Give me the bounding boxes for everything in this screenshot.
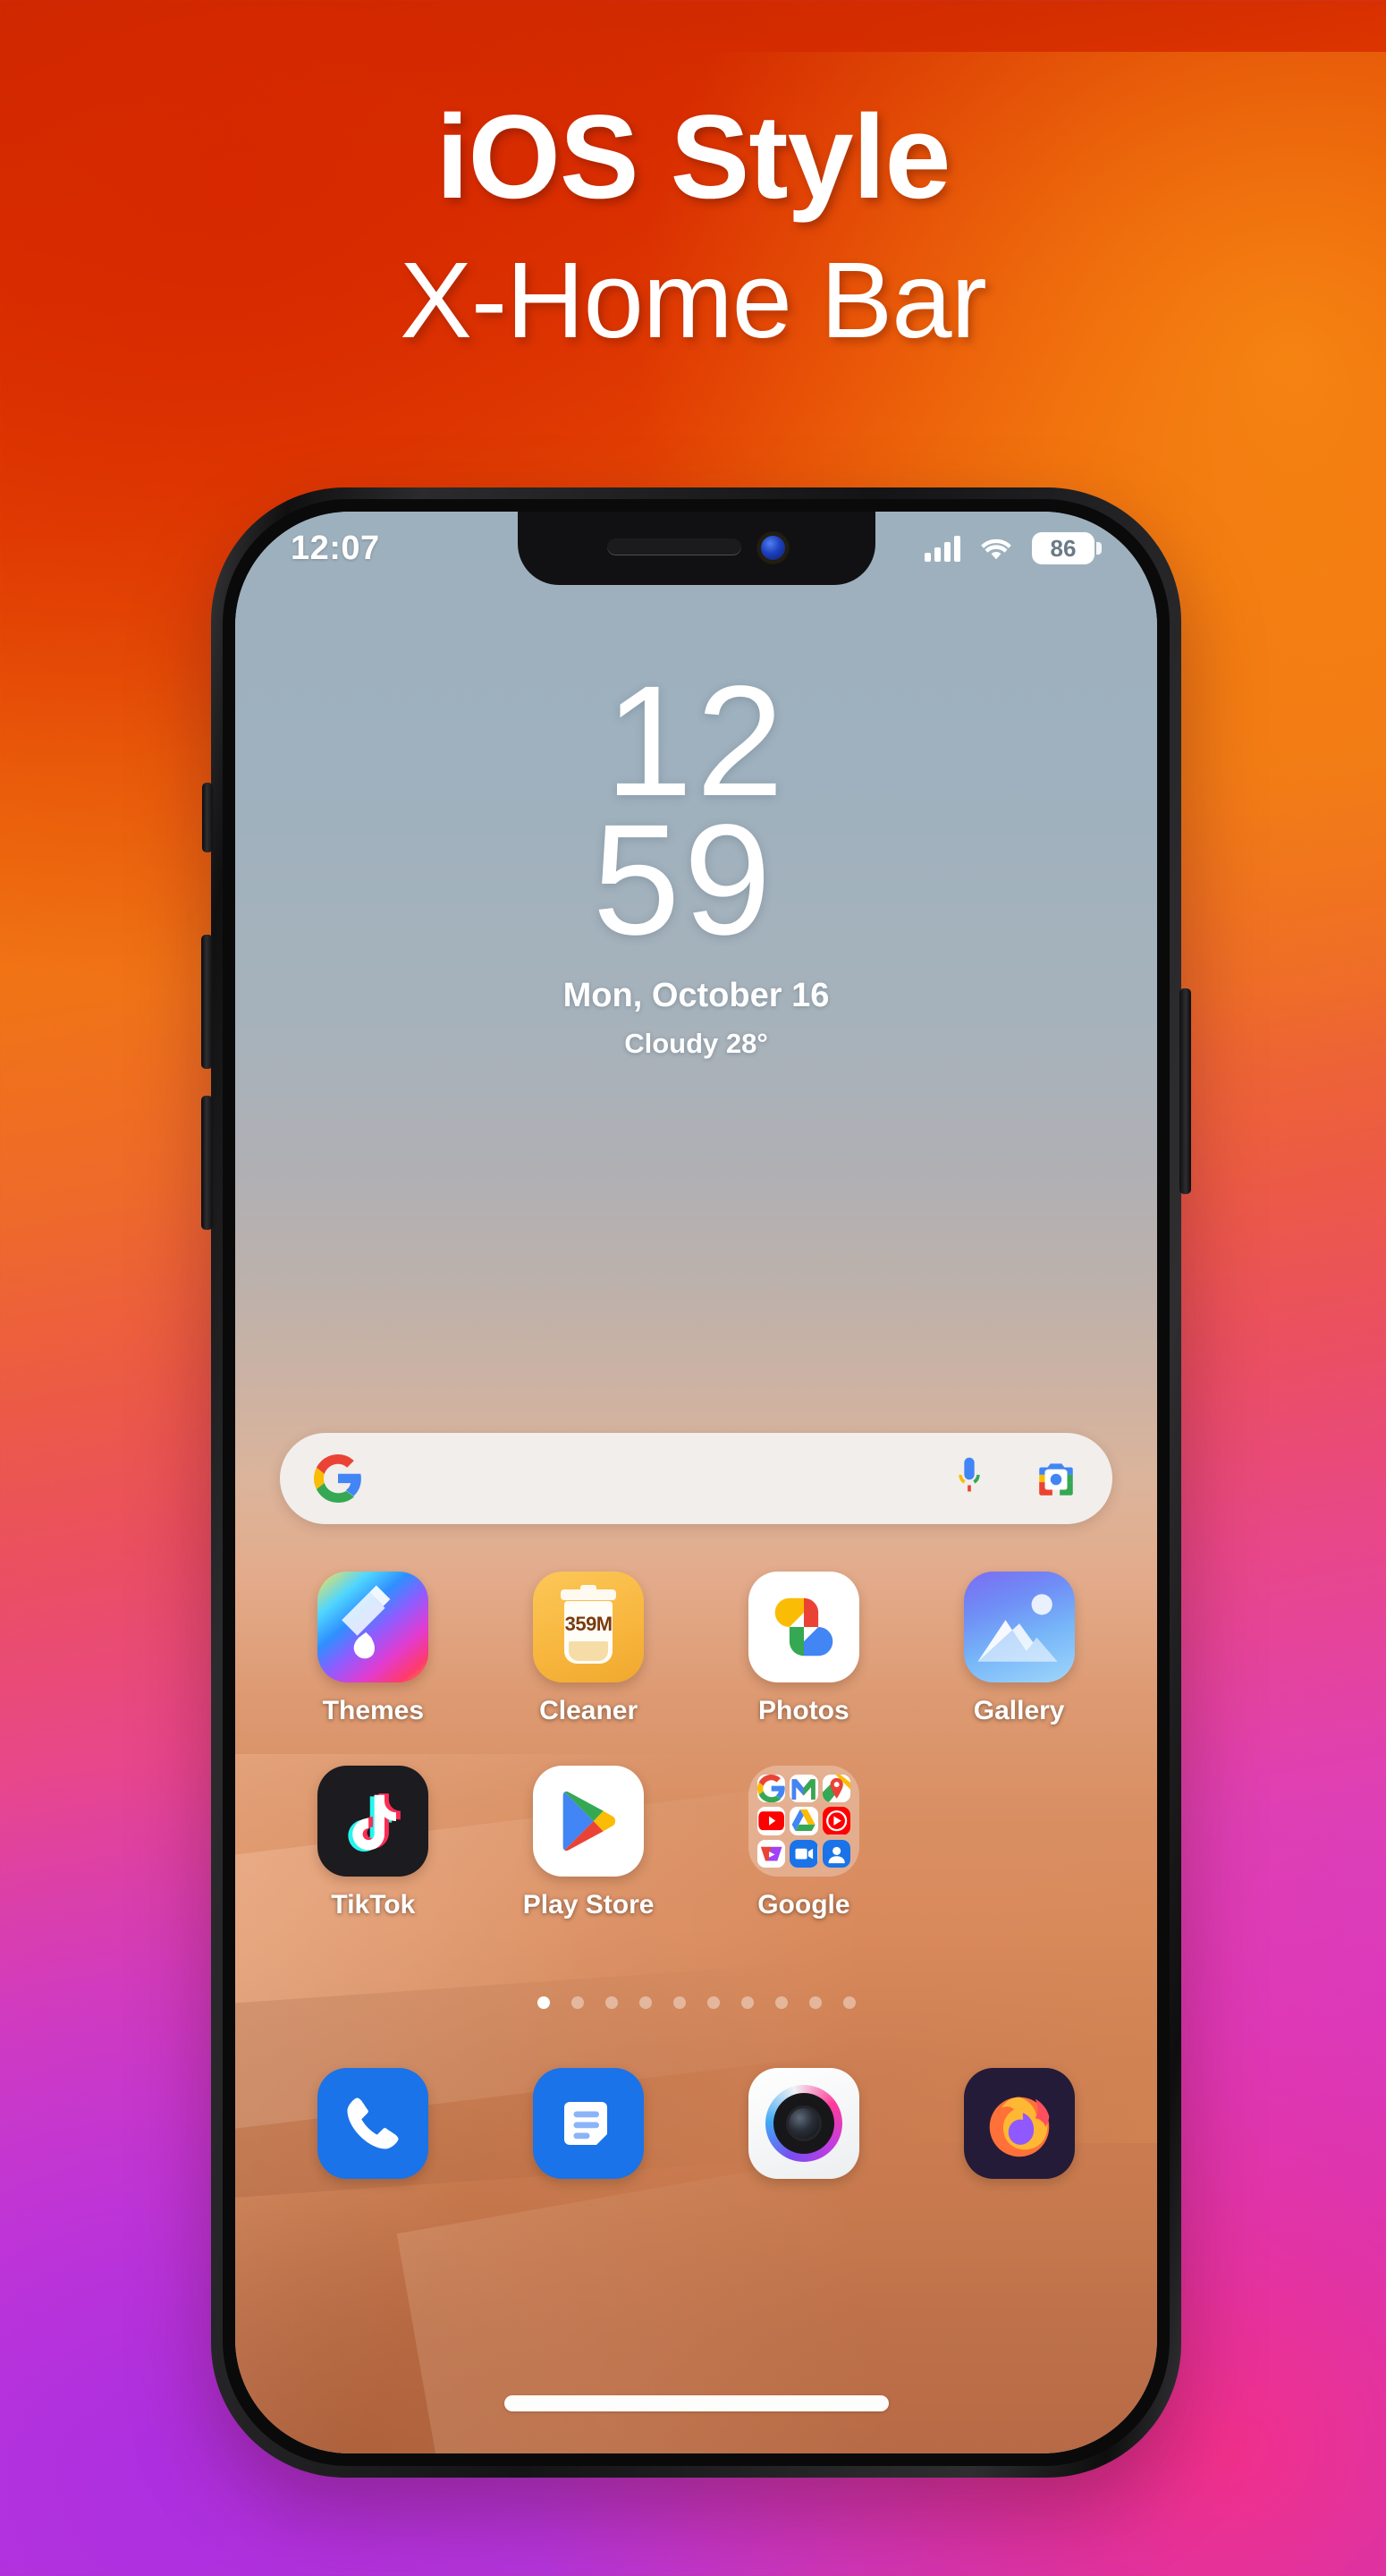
dock-app-phone[interactable] (266, 2068, 481, 2179)
tiktok-icon (317, 1766, 429, 1877)
dock-app-camera[interactable] (697, 2068, 912, 2179)
clock-widget[interactable]: 12 59 Mon, October 16 Cloudy 28° (235, 654, 1157, 1060)
app-themes[interactable]: Themes (266, 1572, 481, 1726)
app-row-2: TikTok Play Store Google (235, 1766, 1157, 1920)
themes-icon (317, 1572, 429, 1682)
google-maps-icon (822, 1775, 850, 1803)
page-dot[interactable] (740, 1996, 754, 2009)
page-dot[interactable] (706, 1996, 720, 2009)
dock-app-firefox[interactable] (911, 2068, 1127, 2179)
x-home-bar-indicator[interactable] (503, 2395, 889, 2411)
gmail-icon (790, 1775, 818, 1803)
speaker-grille-icon (607, 538, 741, 555)
page-dot[interactable] (774, 1996, 788, 2009)
cleaner-badge-text: 359M (564, 1613, 613, 1635)
gallery-icon (963, 1572, 1075, 1682)
clock-weather: Cloudy 28° (624, 1027, 768, 1059)
phone-dialer-icon (317, 2068, 429, 2179)
app-photos[interactable]: Photos (697, 1572, 912, 1726)
page-dot[interactable] (570, 1996, 584, 2009)
page-dot[interactable] (537, 1996, 550, 2009)
app-label: Google (757, 1890, 850, 1919)
youtube-icon (756, 1807, 786, 1835)
google-photos-icon (748, 1572, 859, 1682)
page-dot[interactable] (808, 1996, 822, 2009)
clock-hours: 12 (604, 654, 788, 829)
page-dot[interactable] (672, 1996, 686, 2009)
google-play-store-icon (533, 1766, 645, 1877)
app-label: Gallery (973, 1696, 1065, 1725)
phone-frame: 12:07 86 12 59 Mon, October 16 Cloudy 28… (201, 487, 1191, 2478)
google-play-movies-icon (756, 1839, 786, 1868)
status-bar-time: 12:07 (291, 529, 380, 567)
page-dot[interactable] (604, 1996, 618, 2009)
clock-minutes: 59 (592, 792, 775, 968)
clock-date: Mon, October 16 (562, 976, 830, 1014)
google-meet-icon (790, 1839, 818, 1868)
camera-icon (748, 2068, 859, 2179)
app-play-store[interactable]: Play Store (481, 1766, 697, 1920)
battery-icon: 86 (1032, 532, 1102, 564)
app-gallery[interactable]: Gallery (911, 1572, 1127, 1726)
google-drive-icon (790, 1807, 818, 1835)
app-label: TikTok (331, 1890, 416, 1919)
power-button[interactable] (1179, 988, 1191, 1194)
app-row-1: Themes 359M Cleaner Photos Gallery (235, 1572, 1157, 1726)
volume-up-button[interactable] (201, 935, 213, 1069)
phone-mockup: 12:07 86 12 59 Mon, October 16 Cloudy 28… (201, 487, 1191, 2478)
battery-level-text: 86 (1050, 534, 1077, 562)
page-indicator[interactable] (235, 1996, 1157, 2009)
google-folder-icon (748, 1766, 859, 1877)
promo-subtitle: X-Home Bar (400, 239, 987, 360)
app-grid: Themes 359M Cleaner Photos Gallery TikTo… (235, 1572, 1157, 1960)
silent-switch[interactable] (202, 783, 213, 852)
app-label: Play Store (522, 1890, 655, 1919)
google-g-icon (314, 1454, 362, 1503)
app-cleaner[interactable]: 359M Cleaner (481, 1572, 697, 1726)
google-lens-camera-icon[interactable] (1034, 1456, 1078, 1501)
page-dot[interactable] (638, 1996, 652, 2009)
volume-down-button[interactable] (201, 1096, 213, 1230)
messages-icon (533, 2068, 645, 2179)
google-search-icon (756, 1775, 786, 1803)
phone-screen: 12:07 86 12 59 Mon, October 16 Cloudy 28… (235, 512, 1157, 2453)
app-label: Cleaner (539, 1696, 638, 1725)
dock-app-messages[interactable] (481, 2068, 697, 2179)
app-label: Photos (758, 1696, 849, 1725)
firefox-icon (963, 2068, 1075, 2179)
dock (235, 2068, 1157, 2179)
youtube-music-icon (822, 1807, 850, 1835)
signal-bars-icon (925, 535, 960, 562)
page-dot[interactable] (842, 1996, 856, 2009)
app-label: Themes (322, 1696, 425, 1725)
app-google-folder[interactable]: Google (697, 1766, 912, 1920)
promo-title: iOS Style (435, 91, 951, 224)
wifi-icon (979, 536, 1013, 562)
promo-header: iOS Style X-Home Bar (0, 0, 1386, 354)
app-tiktok[interactable]: TikTok (266, 1766, 481, 1920)
google-search-bar[interactable] (280, 1433, 1112, 1524)
google-contacts-icon (822, 1839, 850, 1868)
microphone-icon[interactable] (951, 1455, 987, 1502)
front-camera-icon (761, 535, 785, 560)
display-notch (517, 512, 875, 585)
cleaner-icon: 359M (533, 1572, 645, 1682)
